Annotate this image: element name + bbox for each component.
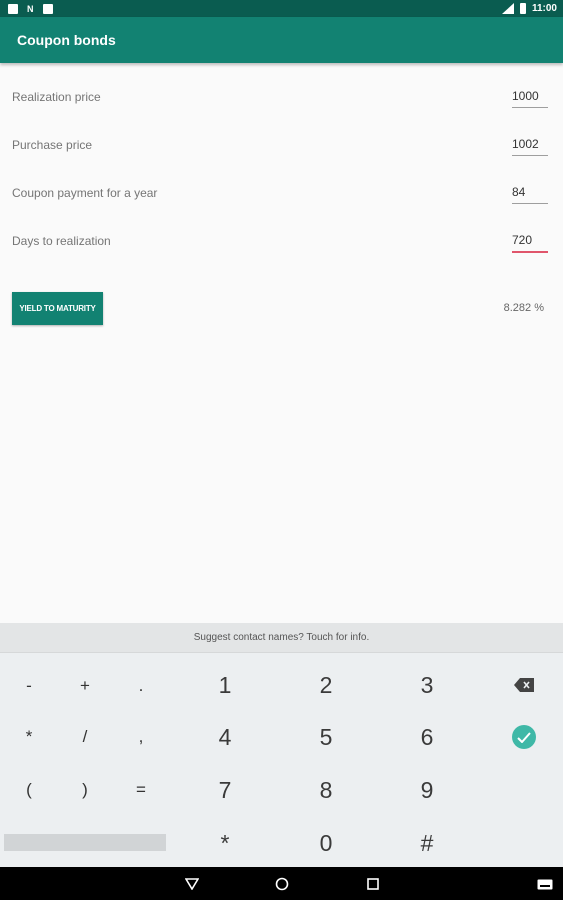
suggestion-text: Suggest contact names? Touch for info.	[193, 632, 370, 643]
battery-icon	[519, 3, 526, 14]
check-icon	[512, 725, 536, 749]
numeric-keyboard: - + . 1 2 3 * / , 4 5 6 ( ) = 7 8 9 * 0 …	[0, 653, 563, 867]
key-minus[interactable]: -	[14, 671, 44, 701]
yield-result: 8.282 %	[503, 302, 544, 314]
keyboard-switch-icon[interactable]	[536, 875, 554, 893]
backspace-icon	[514, 678, 534, 692]
form-row-realization-price: Realization price 1000	[0, 84, 563, 124]
key-0[interactable]: 0	[306, 825, 346, 861]
app-bar: Coupon bonds	[0, 17, 563, 63]
key-3[interactable]: 3	[407, 667, 447, 703]
done-key[interactable]	[510, 723, 538, 751]
realization-price-label: Realization price	[12, 90, 101, 104]
coupon-payment-field[interactable]: 84	[512, 185, 548, 204]
form-row-coupon-payment: Coupon payment for a year 84	[0, 180, 563, 220]
key-star[interactable]: *	[205, 825, 245, 861]
sd-card-icon	[8, 3, 18, 14]
key-plus[interactable]: +	[70, 671, 100, 701]
home-icon[interactable]	[273, 875, 291, 893]
days-to-realization-field[interactable]: 720	[512, 233, 548, 253]
recents-icon[interactable]	[364, 875, 382, 893]
form-row-purchase-price: Purchase price 1002	[0, 132, 563, 172]
days-to-realization-label: Days to realization	[12, 234, 111, 248]
key-5[interactable]: 5	[306, 719, 346, 755]
key-1[interactable]: 1	[205, 667, 245, 703]
coupon-payment-label: Coupon payment for a year	[12, 186, 158, 200]
status-time: 11:00	[531, 3, 557, 14]
key-hash[interactable]: #	[407, 825, 447, 861]
form-row-days-to-realization: Days to realization 720	[0, 228, 563, 268]
back-icon[interactable]	[183, 875, 201, 893]
signal-icon	[501, 3, 514, 14]
key-9[interactable]: 9	[407, 772, 447, 808]
navigation-bar	[0, 867, 563, 900]
realization-price-field[interactable]: 1000	[512, 89, 548, 108]
status-right-icons: 11:00	[501, 1, 557, 16]
status-bar: N 11:00	[0, 0, 563, 17]
key-close-paren[interactable]: )	[70, 775, 100, 805]
key-7[interactable]: 7	[205, 772, 245, 808]
key-period[interactable]: .	[126, 671, 156, 701]
space-key[interactable]	[4, 834, 166, 851]
key-6[interactable]: 6	[407, 719, 447, 755]
purchase-price-field[interactable]: 1002	[512, 137, 548, 156]
status-left-icons: N	[8, 2, 53, 15]
notification-n-icon: N	[27, 3, 34, 14]
page-title: Coupon bonds	[17, 32, 116, 48]
backspace-key[interactable]	[510, 673, 538, 697]
key-8[interactable]: 8	[306, 772, 346, 808]
key-open-paren[interactable]: (	[14, 775, 44, 805]
key-equals[interactable]: =	[126, 775, 156, 805]
notification-icon	[42, 3, 53, 14]
yield-to-maturity-button[interactable]: YIELD TO MATURITY	[12, 292, 103, 325]
key-comma[interactable]: ,	[126, 722, 156, 752]
purchase-price-label: Purchase price	[12, 138, 93, 152]
key-slash[interactable]: /	[70, 722, 100, 752]
key-asterisk[interactable]: *	[14, 722, 44, 752]
key-4[interactable]: 4	[205, 719, 245, 755]
key-2[interactable]: 2	[306, 667, 346, 703]
keyboard-suggestion-bar[interactable]: Suggest contact names? Touch for info.	[0, 623, 563, 653]
